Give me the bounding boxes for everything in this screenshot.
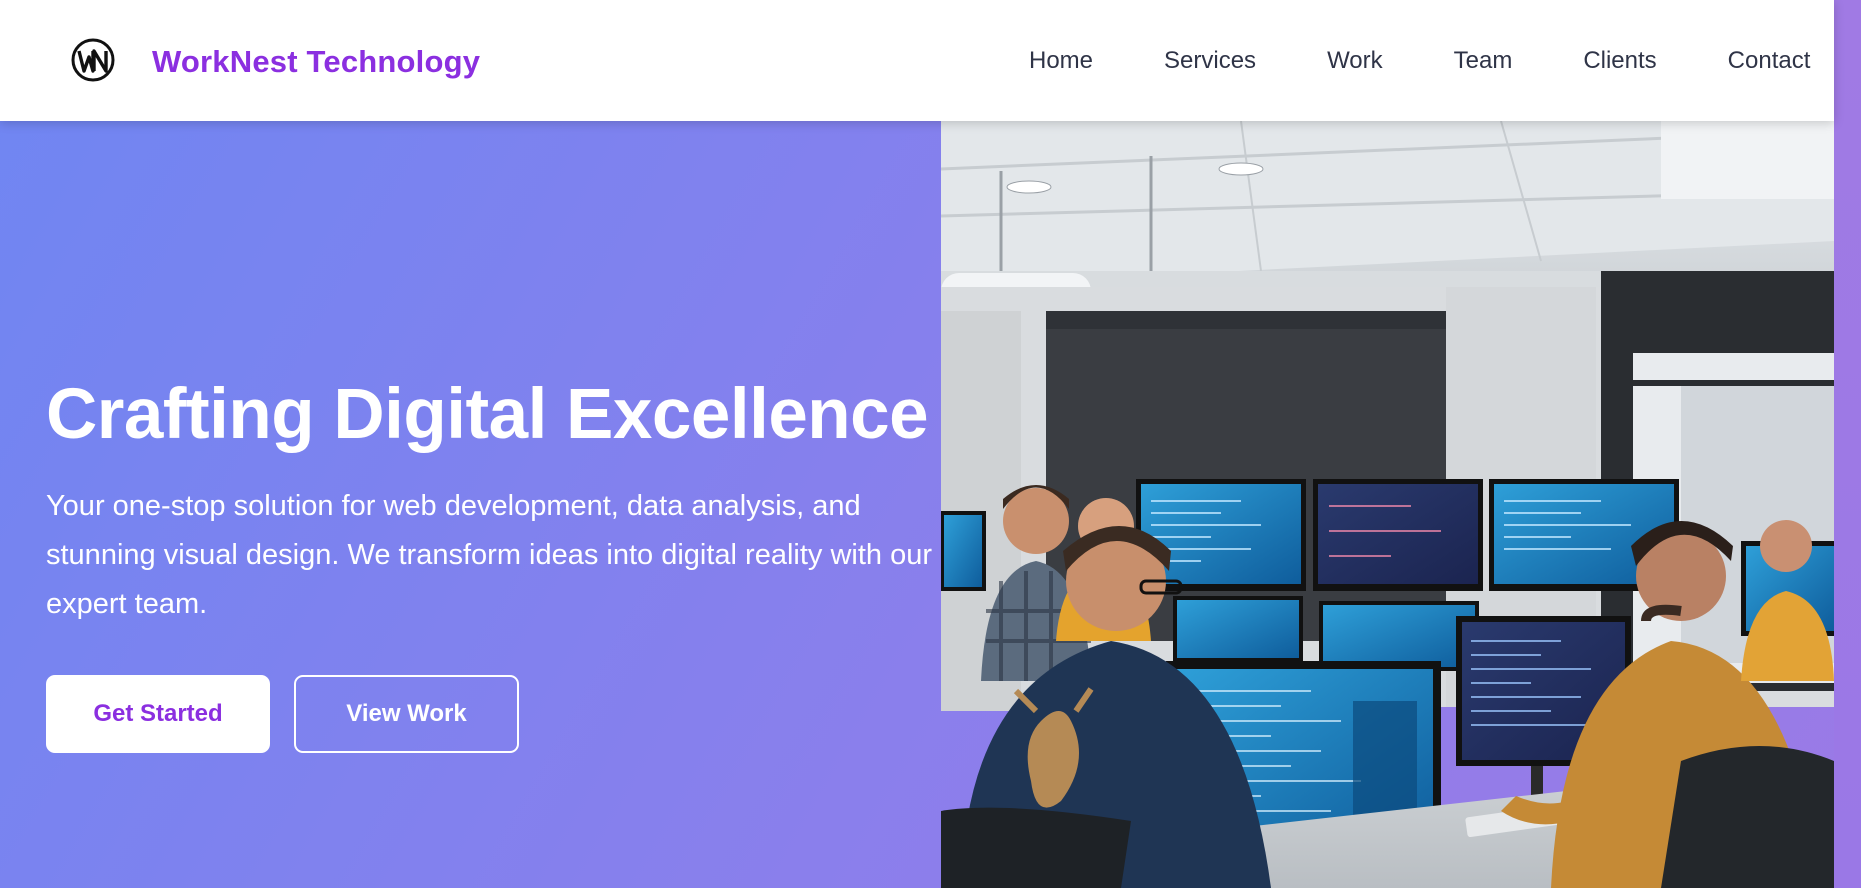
navbar: WorkNest Technology Home Services Work T… xyxy=(0,0,1834,121)
nav-link-services[interactable]: Services xyxy=(1164,47,1256,75)
nav-link-contact[interactable]: Contact xyxy=(1728,47,1811,75)
hero-office-image xyxy=(941,121,1834,888)
brand-name[interactable]: WorkNest Technology xyxy=(152,44,480,80)
nav-link-home[interactable]: Home xyxy=(1029,47,1093,75)
nav-link-team[interactable]: Team xyxy=(1454,47,1513,75)
hero-subtitle: Your one-stop solution for web developme… xyxy=(46,490,933,620)
hero-title: Crafting Digital Excellence xyxy=(46,375,929,454)
nav-link-work[interactable]: Work xyxy=(1327,47,1383,75)
get-started-button[interactable]: Get Started xyxy=(46,675,270,753)
view-work-button[interactable]: View Work xyxy=(294,675,519,753)
nav-link-clients[interactable]: Clients xyxy=(1583,47,1656,75)
main-nav: Home Services Work Team Clients Contact xyxy=(1029,47,1810,75)
page-edge xyxy=(1834,0,1861,888)
wn-logo-icon[interactable] xyxy=(70,37,116,83)
